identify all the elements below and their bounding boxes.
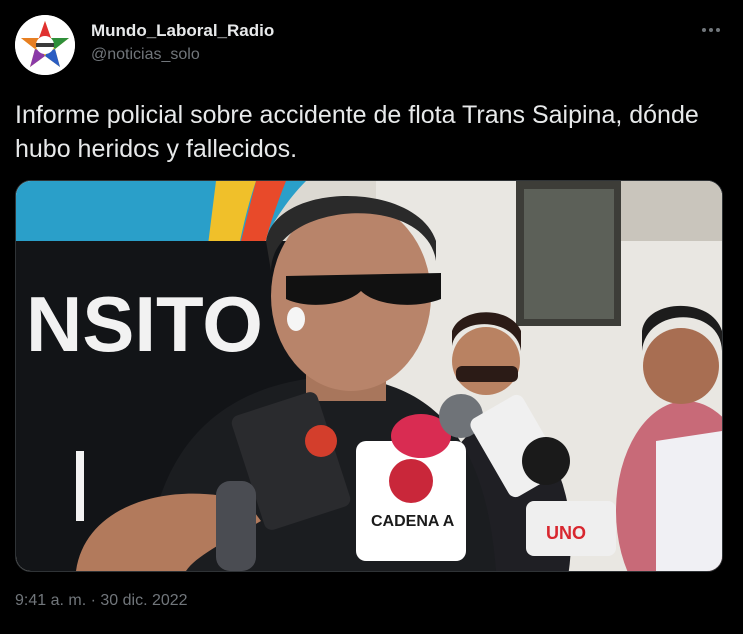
star-logo-icon xyxy=(15,15,75,75)
more-options-button[interactable] xyxy=(696,18,726,42)
mic-label-cadena: CADENA A xyxy=(371,513,455,530)
press-conference-image: NSITO CADENA A UNO xyxy=(16,181,722,571)
timestamp-separator: · xyxy=(90,592,96,609)
video-thumbnail[interactable]: NSITO CADENA A UNO xyxy=(15,180,723,572)
wall-sign-text: NSITO xyxy=(26,280,263,368)
tweet-timestamp[interactable]: 9:41 a. m. · 30 dic. 2022 xyxy=(15,592,188,610)
author-display-name[interactable]: Mundo_Laboral_Radio xyxy=(91,21,274,41)
author-handle[interactable]: @noticias_solo xyxy=(91,46,200,64)
avatar[interactable] xyxy=(15,15,75,75)
tweet-date[interactable]: 30 dic. 2022 xyxy=(100,592,187,609)
tweet-time[interactable]: 9:41 a. m. xyxy=(15,592,86,609)
mic-label-uno: UNO xyxy=(546,523,586,543)
more-dots-icon xyxy=(702,28,720,32)
tweet-text: Informe policial sobre accidente de flot… xyxy=(15,101,699,163)
